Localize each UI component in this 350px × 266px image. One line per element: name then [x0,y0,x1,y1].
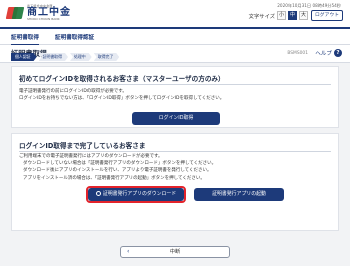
help-label: ヘルプ [315,51,332,57]
first-login-instructions: 電子証明書発行の前にログインIDの取得が必要です。 ログインIDをお持ちでない方… [19,88,331,102]
step-processing: 処理中 [70,53,92,61]
logo-english: SHOKO CHUKIN BANK [27,17,60,21]
login-complete-panel: ログインID取得まで完了しているお客さま ご利用端末での電子証明書発行にはアプリ… [11,133,339,231]
logout-button[interactable]: ログアウト [311,10,343,21]
app-instructions: ご利用端末での電子証明書発行にはアプリのダウンロードが必要です。 ダウンロードし… [19,153,331,182]
screen-id: BSMS001 [287,51,308,56]
instruction-line: ログインIDをお持ちでない方は、「ログインID取得」ボタンを押してログインIDを… [19,96,225,102]
font-size-label: 文字サイズ [248,13,275,20]
instruction-line: ダウンロードしていない場合は「証明書発行アプリのダウンロード」ボタンを押してくだ… [23,161,217,167]
bank-logo[interactable]: 商工組合中央金庫 商工中金 SHOKO CHUKIN BANK [5,5,71,21]
login-complete-panel-title: ログインID取得まで完了しているお客さま [19,142,146,150]
logo-mark-icon [5,5,25,21]
chevron-left-icon: ‹ [127,248,130,255]
help-icon: ? [334,49,342,57]
font-size-switcher: 文字サイズ 小 中 大 [249,11,308,20]
instruction-line: ダウンロード後にアプリのインストールを行い、アプリより電子証明書を発行してくださ… [23,168,212,174]
instruction-line: アプリをインストール済の場合は、「証明書発行アプリの起動」ボタンを押してください… [23,175,205,181]
top-header: 商工組合中央金庫 商工中金 SHOKO CHUKIN BANK 2020年10月… [0,0,350,27]
instruction-line: 電子証明書発行の前にログインIDの取得が必要です。 [19,89,127,94]
step-personal-auth: 個人認証 [11,53,37,61]
instruction-line: ご利用端末での電子証明書発行にはアプリのダウンロードが必要です。 [19,154,163,159]
font-size-large-button[interactable]: 大 [299,11,308,20]
progress-steps: 個人認証 証明書取得 処理中 取得完了 [11,53,119,61]
first-login-panel: 初めてログインIDを取得されるお客さま（マスターユーザの方のみ） 電子証明書発行… [11,66,339,128]
font-size-small-button[interactable]: 小 [277,11,286,20]
help-link[interactable]: ヘルプ ? [315,49,342,57]
current-datetime: 2020年10月31日 08時49分54秒 [277,3,341,8]
panel-divider [19,84,331,85]
app-download-button[interactable]: 証明書発行アプリのダウンロード [88,188,184,201]
font-size-medium-button[interactable]: 中 [288,11,297,20]
panel-divider [19,151,331,152]
app-download-label: 証明書発行アプリのダウンロード [102,191,177,197]
step-certificate-acquisition: 証明書取得 [39,53,68,61]
back-button[interactable]: ‹ 中断 [120,246,230,258]
nav-item-certificate-auth[interactable]: 証明書取得認証 [55,33,94,41]
step-complete: 取得完了 [94,53,120,61]
login-id-acquire-button[interactable]: ログインID取得 [132,112,220,125]
app-launch-button[interactable]: 証明書発行アプリの起動 [194,188,284,201]
download-icon [95,191,101,196]
main-nav: 証明書取得 証明書取得認証 [0,27,350,46]
first-login-panel-title: 初めてログインIDを取得されるお客さま（マスターユーザの方のみ） [19,75,225,83]
back-label: 中断 [169,249,181,255]
